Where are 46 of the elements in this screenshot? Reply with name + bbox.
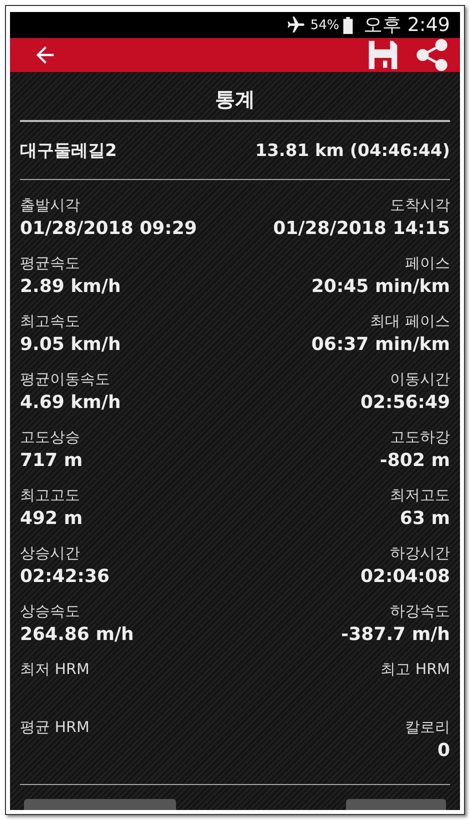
stat-label: 하강속도: [390, 602, 450, 621]
stat-value: 02:42:36: [20, 566, 110, 587]
track-summary: 13.81 km (04:46:44): [255, 140, 450, 160]
stat-label: 최고속도: [20, 312, 81, 331]
clock: 오후 2:49: [363, 13, 450, 38]
stat-label: 도착시각: [390, 196, 450, 215]
stat-label: 고도상승: [20, 428, 81, 447]
stat-value: 717 m: [20, 450, 83, 471]
stat-label: 최저고도: [390, 486, 450, 505]
battery-icon: [343, 16, 354, 34]
stat-label: 이동시간: [390, 370, 450, 389]
stat-label: 출발시각: [20, 196, 81, 215]
screen-title: 통계: [214, 86, 256, 113]
stat-label: 상승시간: [20, 544, 81, 563]
stat-label: 하강시간: [390, 544, 450, 563]
stat-label: 칼로리: [405, 718, 450, 737]
stat-label: 최대 페이스: [370, 312, 450, 331]
stat-label: 평균 HRM: [20, 718, 90, 737]
stat-value: 264.86 m/h: [20, 624, 134, 645]
battery-percent: 54%: [310, 18, 340, 32]
stat-value: 0: [437, 740, 450, 761]
save-icon[interactable]: [366, 38, 400, 72]
stat-value: 2.89 km/h: [20, 276, 121, 297]
stat-value: 02:56:49: [360, 392, 450, 413]
stat-value: -387.7 m/h: [341, 624, 450, 645]
stat-label: 페이스: [405, 254, 450, 273]
stat-value: 9.05 km/h: [20, 334, 121, 355]
stat-label: 최고 HRM: [380, 660, 450, 679]
stat-label: 최고고도: [20, 486, 81, 505]
stat-value: 01/28/2018 09:29: [20, 218, 197, 239]
airplane-icon: [286, 15, 306, 35]
stat-label: 최저 HRM: [20, 660, 90, 679]
stat-label: 평균속도: [20, 254, 81, 273]
stat-label: 고도하강: [390, 428, 450, 447]
stat-value: 63 m: [400, 508, 450, 529]
stat-label: 상승속도: [20, 602, 81, 621]
track-name: 대구둘레길2: [20, 140, 117, 162]
stat-value: 20:45 min/km: [311, 276, 450, 297]
stat-value: 4.69 km/h: [20, 392, 121, 413]
share-icon[interactable]: [416, 39, 448, 71]
stat-value: 02:04:08: [360, 566, 450, 587]
stat-label: 평균이동속도: [20, 370, 111, 389]
stat-value: 06:37 min/km: [311, 334, 450, 355]
stat-value: 492 m: [20, 508, 83, 529]
stat-value: 01/28/2018 14:15: [273, 218, 450, 239]
stat-value: -802 m: [380, 450, 450, 471]
